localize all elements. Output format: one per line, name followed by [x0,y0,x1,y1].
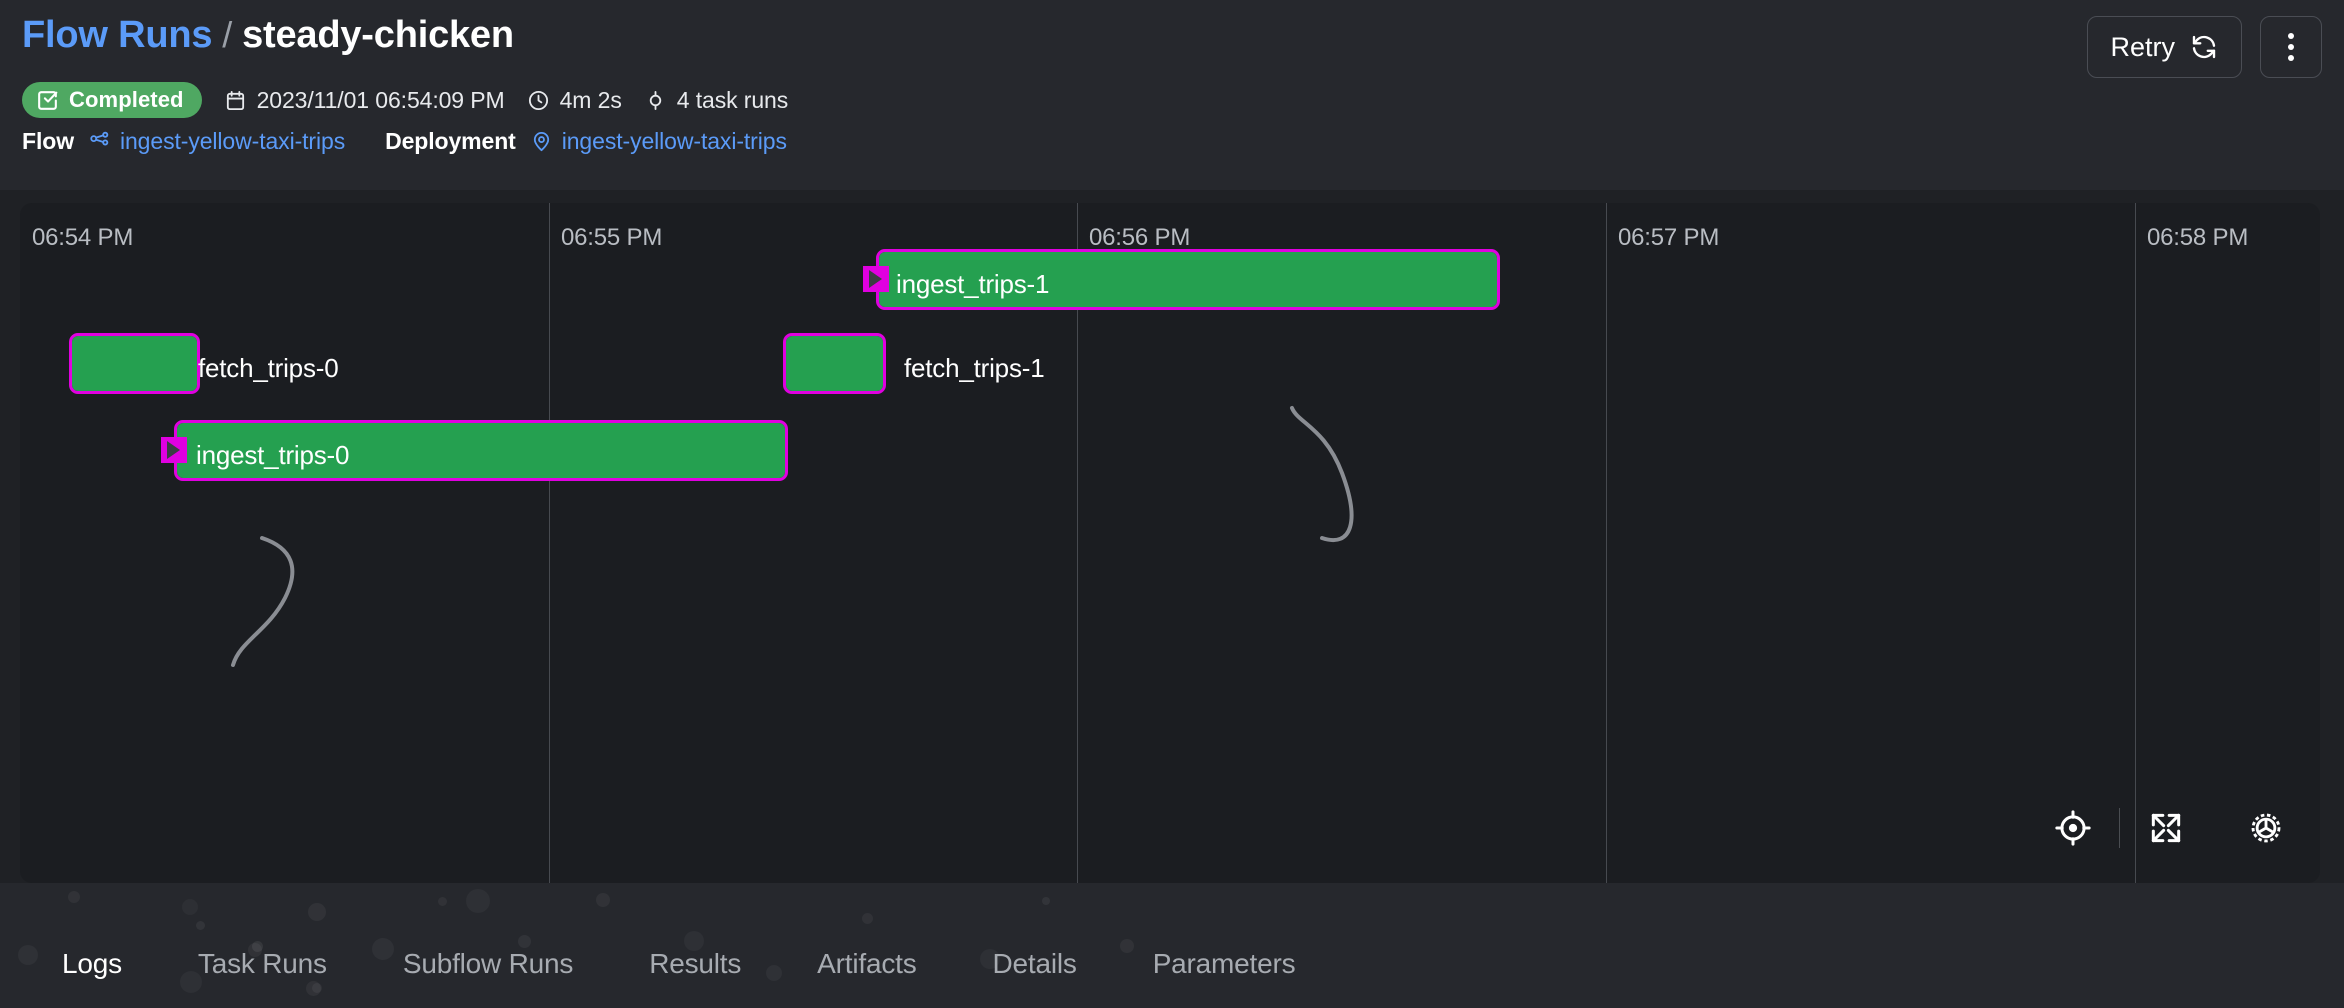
meta-start-time-value: 2023/11/01 06:54:09 PM [256,86,505,113]
meta-task-runs-value: 4 task runs [676,86,789,113]
deployment-link-group[interactable]: ingest-yellow-taxi-trips [530,128,787,155]
gridline [549,203,550,883]
gantt-bar-fetch-trips-0[interactable] [69,333,200,394]
run-meta-row: Completed 2023/11/01 06:54:09 PM 4m 2s 4… [22,82,788,118]
tab-list: Logs Task Runs Subflow Runs Results Arti… [62,948,1333,988]
gear-icon [2247,809,2285,847]
flow-link-group[interactable]: ingest-yellow-taxi-trips [88,128,345,155]
gantt-bar-label: ingest_trips-0 [196,440,350,470]
tab-results[interactable]: Results [611,948,779,988]
relations-row: Flow ingest-yellow-taxi-trips Deployment… [22,128,787,155]
tab-parameters[interactable]: Parameters [1115,948,1334,988]
decor-dot [18,945,38,965]
decor-dot [466,889,490,913]
meta-task-runs: 4 task runs [644,87,788,114]
decor-dot [182,899,198,915]
page-title: steady-chicken [242,14,514,56]
controls-divider [2119,808,2120,848]
decor-dot [196,921,205,930]
status-badge: Completed [22,82,202,118]
dependency-arrow-marker [863,266,889,292]
gantt-bar-label: ingest_trips-1 [896,269,1050,299]
gantt-bar-label: fetch_trips-0 [198,353,339,383]
calendar-icon [224,89,247,112]
retry-button[interactable]: Retry [2087,16,2242,78]
check-square-icon [35,88,60,113]
flow-link[interactable]: ingest-yellow-taxi-trips [120,128,345,155]
breadcrumb: Flow Runs / steady-chicken [22,14,514,57]
dependency-arrow-marker [161,437,187,463]
more-options-button[interactable] [2260,16,2322,78]
settings-button[interactable] [2234,799,2298,857]
decor-dot [596,893,610,907]
refresh-icon [2189,32,2219,62]
map-pin-icon [530,130,553,153]
meta-duration: 4m 2s [527,87,622,114]
decor-dot [1042,897,1050,905]
tab-subflow-runs[interactable]: Subflow Runs [365,948,611,988]
flow-graph-icon [88,130,111,153]
status-label: Completed [69,87,184,112]
time-tick-label: 06:54 PM [32,224,134,251]
gantt-bar-fetch-trips-1[interactable] [783,333,886,394]
time-tick-label: 06:55 PM [561,224,663,251]
gridline [2135,203,2136,883]
decor-dot [68,891,80,903]
deployment-label: Deployment [385,128,516,154]
time-tick-label: 06:57 PM [1618,224,1720,251]
retry-button-label: Retry [2110,31,2175,62]
page-header: Flow Runs / steady-chicken Completed 202… [0,0,2344,190]
flow-label: Flow [22,128,74,154]
header-actions: Retry [2087,16,2322,78]
task-node-icon [644,89,667,112]
tab-details[interactable]: Details [955,948,1115,988]
expand-icon [2147,809,2185,847]
center-view-button[interactable] [2041,799,2105,857]
tab-artifacts[interactable]: Artifacts [779,948,954,988]
clock-icon [527,89,550,112]
breadcrumb-separator: / [222,14,233,55]
decor-dot [862,913,873,924]
crosshair-icon [2054,809,2092,847]
gridline [1606,203,1607,883]
decor-dot [438,897,447,906]
gantt-bar-label: fetch_trips-1 [904,353,1045,383]
meta-start-time: 2023/11/01 06:54:09 PM [224,87,505,114]
decor-dot [308,903,326,921]
tab-logs[interactable]: Logs [62,948,160,988]
time-tick-label: 06:56 PM [1089,224,1191,251]
timeline-panel[interactable]: 06:54 PM 06:55 PM 06:56 PM 06:57 PM 06:5… [20,203,2320,883]
decor-dot [518,935,531,948]
deployment-link[interactable]: ingest-yellow-taxi-trips [562,128,787,155]
timeline-controls [2041,799,2298,857]
tab-task-runs[interactable]: Task Runs [160,948,365,988]
more-vertical-icon [2288,33,2294,61]
bottom-tab-bar: Logs Task Runs Subflow Runs Results Arti… [0,883,2344,1008]
meta-duration-value: 4m 2s [559,86,622,113]
time-tick-label: 06:58 PM [2147,224,2249,251]
breadcrumb-parent-link[interactable]: Flow Runs [22,14,212,57]
fullscreen-button[interactable] [2134,799,2198,857]
